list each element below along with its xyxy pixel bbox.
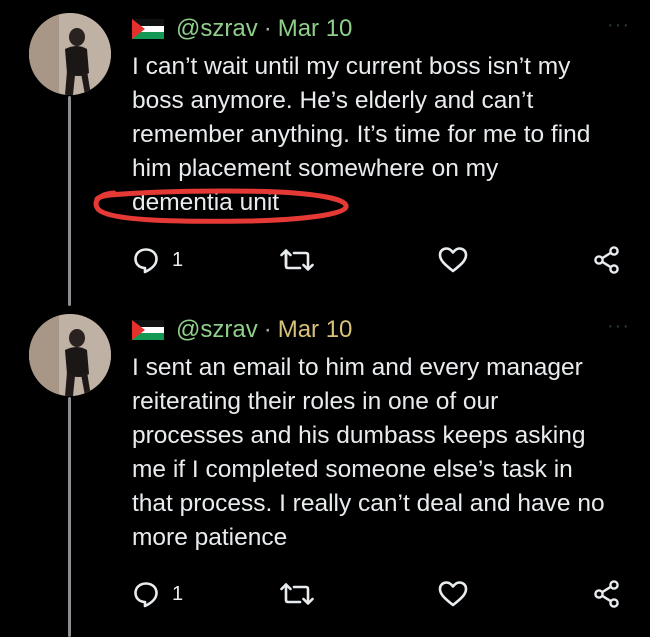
share-button[interactable] (592, 579, 622, 609)
avatar-photo (29, 314, 111, 396)
like-icon (438, 247, 468, 273)
retweet-button[interactable] (280, 580, 314, 608)
retweet-icon (280, 249, 314, 271)
tweet-actions: 1 (132, 240, 630, 280)
reply-button[interactable]: 1 (132, 580, 183, 608)
tweet[interactable]: @szrav · Mar 10 ··· I sent an email to h… (132, 315, 632, 555)
tweet-header: @szrav · Mar 10 ··· (132, 14, 632, 44)
tweet-date[interactable]: Mar 10 (278, 15, 353, 43)
retweet-icon (280, 583, 314, 605)
tweet-date[interactable]: Mar 10 (278, 316, 353, 344)
reply-count: 1 (172, 582, 184, 605)
tweet-text: I sent an email to him and every manager… (132, 354, 605, 551)
reply-icon (134, 248, 158, 274)
tweet-text: I can’t wait until my current boss isn’t… (132, 53, 591, 216)
avatar[interactable] (29, 13, 111, 95)
thread-connector-line (68, 96, 71, 306)
avatar-photo (29, 13, 111, 95)
header-separator: · (263, 316, 272, 343)
author-handle[interactable]: @szrav (176, 316, 258, 344)
avatar[interactable] (29, 314, 111, 396)
more-options-icon[interactable]: ··· (607, 14, 630, 37)
thread-connector-line (68, 397, 71, 637)
tweet-actions: 1 (132, 574, 630, 614)
header-separator: · (263, 15, 272, 42)
like-icon (438, 581, 468, 607)
reply-icon (134, 582, 158, 608)
author-handle[interactable]: @szrav (176, 15, 258, 43)
palestine-flag-icon (132, 320, 164, 340)
reply-count: 1 (172, 248, 184, 271)
share-icon (594, 580, 619, 608)
tweet-header: @szrav · Mar 10 ··· (132, 315, 632, 345)
retweet-button[interactable] (280, 246, 314, 274)
tweet[interactable]: @szrav · Mar 10 ··· I can’t wait until m… (132, 14, 632, 220)
more-options-icon[interactable]: ··· (607, 315, 630, 338)
reply-button[interactable]: 1 (132, 246, 183, 274)
share-button[interactable] (592, 245, 622, 275)
palestine-flag-icon (132, 19, 164, 39)
like-button[interactable] (438, 246, 468, 274)
like-button[interactable] (438, 580, 468, 608)
share-icon (594, 246, 619, 274)
